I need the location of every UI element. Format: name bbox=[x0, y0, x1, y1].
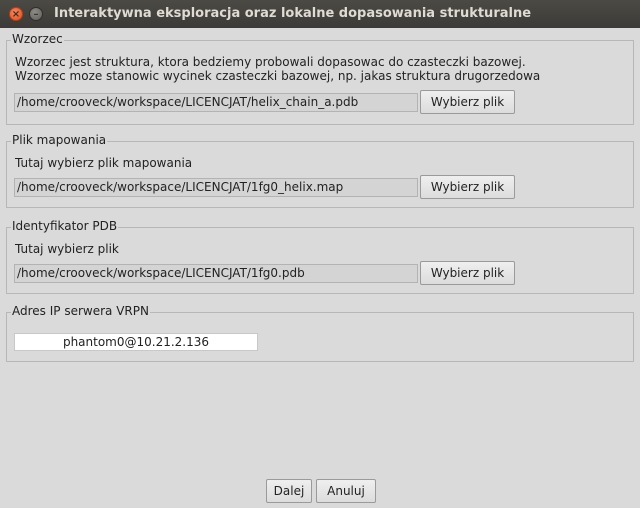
wzorzec-choose-file-button[interactable]: Wybierz plik bbox=[420, 90, 515, 114]
minimize-window-button[interactable]: – bbox=[29, 7, 43, 21]
wzorzec-legend: Wzorzec bbox=[11, 32, 64, 46]
pdb-description: Tutaj wybierz plik bbox=[15, 242, 119, 256]
mapowanie-legend: Plik mapowania bbox=[11, 133, 108, 147]
wzorzec-description-line1: Wzorzec jest struktura, ktora bedziemy p… bbox=[15, 55, 526, 69]
title-bar: × – Interaktywna eksploracja oraz lokaln… bbox=[0, 0, 640, 28]
pdb-choose-file-button[interactable]: Wybierz plik bbox=[420, 261, 515, 285]
wzorzec-description-line2: Wzorzec moze stanowic wycinek czasteczki… bbox=[15, 69, 541, 83]
pdb-legend: Identyfikator PDB bbox=[11, 219, 119, 233]
mapowanie-choose-file-button[interactable]: Wybierz plik bbox=[420, 175, 515, 199]
cancel-button[interactable]: Anuluj bbox=[316, 479, 376, 503]
window-title: Interaktywna eksploracja oraz lokalne do… bbox=[54, 6, 532, 21]
vrpn-legend: Adres IP serwera VRPN bbox=[11, 304, 150, 318]
minimize-icon: – bbox=[33, 9, 39, 20]
mapowanie-description: Tutaj wybierz plik mapowania bbox=[15, 156, 193, 170]
pdb-group: Identyfikator PDB Tutaj wybierz plik /ho… bbox=[6, 219, 634, 294]
vrpn-address-input[interactable]: phantom0@10.21.2.136 bbox=[14, 333, 258, 351]
mapowanie-path-field[interactable]: /home/crooveck/workspace/LICENCJAT/1fg0_… bbox=[14, 178, 418, 197]
close-window-button[interactable]: × bbox=[9, 7, 23, 21]
close-icon: × bbox=[11, 9, 21, 20]
next-button[interactable]: Dalej bbox=[266, 479, 312, 503]
vrpn-group: Adres IP serwera VRPN phantom0@10.21.2.1… bbox=[6, 304, 634, 362]
wzorzec-group: Wzorzec Wzorzec jest struktura, ktora be… bbox=[6, 32, 634, 125]
app-window: × – Interaktywna eksploracja oraz lokaln… bbox=[0, 0, 640, 508]
pdb-path-field[interactable]: /home/crooveck/workspace/LICENCJAT/1fg0.… bbox=[14, 264, 418, 283]
mapowanie-group: Plik mapowania Tutaj wybierz plik mapowa… bbox=[6, 133, 634, 208]
wzorzec-path-field[interactable]: /home/crooveck/workspace/LICENCJAT/helix… bbox=[14, 93, 418, 112]
